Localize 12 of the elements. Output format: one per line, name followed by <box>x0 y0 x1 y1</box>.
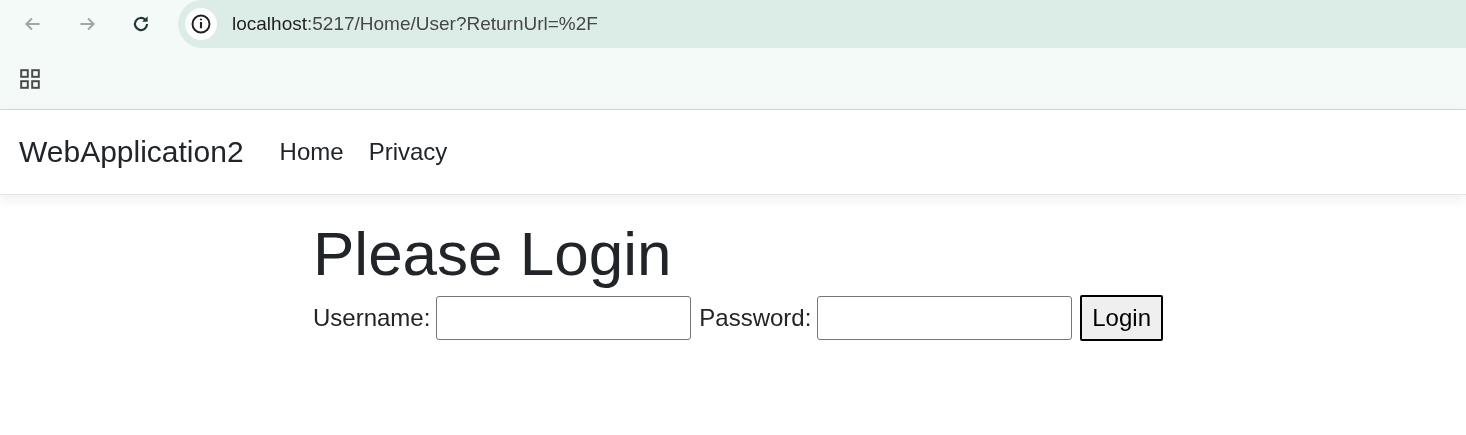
field-label: Password: <box>699 304 812 332</box>
info-icon[interactable] <box>184 7 218 41</box>
apps-icon[interactable] <box>19 67 41 90</box>
login-button[interactable]: Login <box>1080 295 1163 341</box>
brand-link[interactable]: WebApplication2 <box>19 135 244 169</box>
password-field[interactable] <box>817 296 1073 340</box>
username-field[interactable] <box>436 296 692 340</box>
field-label: Username: <box>313 304 431 332</box>
page-heading: Please Login <box>313 219 673 289</box>
nav-link[interactable]: Privacy <box>368 138 448 166</box>
nav-link[interactable]: Home <box>279 138 344 166</box>
address-bar[interactable]: localhost:5217/Home/User?ReturnUrl=%2F <box>178 0 1466 48</box>
